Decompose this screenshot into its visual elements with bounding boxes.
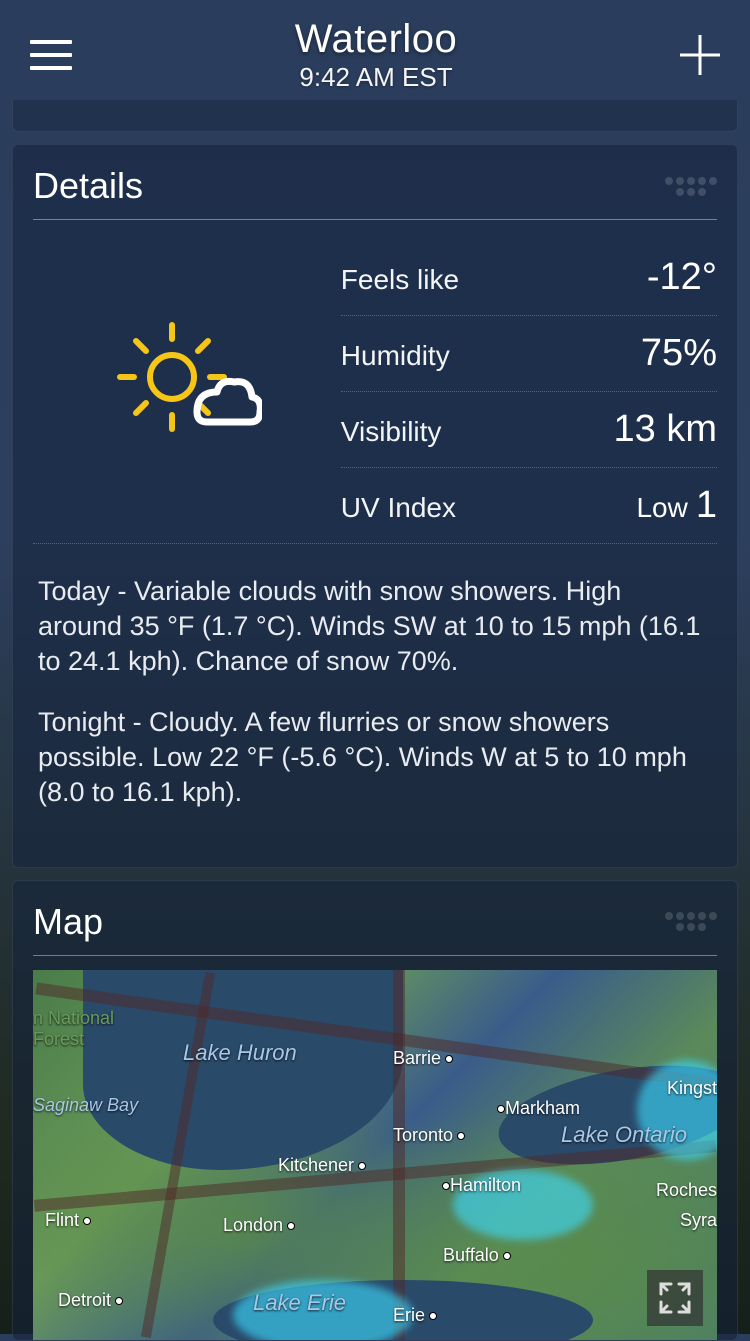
map-label-erie: Erie	[393, 1305, 437, 1326]
map-label-kitchener: Kitchener	[278, 1155, 366, 1176]
card-decoration-icon	[665, 912, 717, 931]
location-name: Waterloo	[72, 17, 680, 62]
metric-visibility: Visibility 13 km	[341, 392, 717, 468]
details-card: Details	[12, 144, 738, 868]
map-label-lake-erie: Lake Erie	[253, 1290, 346, 1316]
map-label-lake-ontario: Lake Ontario	[561, 1122, 687, 1148]
header-title-block: Waterloo 9:42 AM EST	[72, 17, 680, 93]
map-title: Map	[33, 901, 103, 943]
map-label-detroit: Detroit	[58, 1290, 123, 1311]
forecast-today: Today - Variable clouds with snow shower…	[38, 574, 712, 679]
add-location-icon[interactable]	[680, 35, 720, 75]
map-label-barrie: Barrie	[393, 1048, 453, 1069]
metric-value: -12°	[647, 256, 717, 299]
menu-icon[interactable]	[30, 40, 72, 70]
weather-map[interactable]: Lake Huron Lake Ontario Lake Erie Sagina…	[33, 970, 717, 1340]
map-title-row: Map	[33, 901, 717, 956]
weather-condition-icon	[33, 240, 341, 543]
map-card: Map Lake Huron Lake Ontario Lake Erie Sa…	[12, 880, 738, 1341]
metric-value: 13 km	[614, 408, 717, 451]
map-label-hamilton: Hamilton	[438, 1175, 521, 1196]
map-label-saginaw: Saginaw Bay	[33, 1095, 138, 1116]
card-decoration-icon	[665, 177, 717, 196]
metric-uv-index: UV Index Low1	[341, 468, 717, 543]
map-label-toronto: Toronto	[393, 1125, 465, 1146]
metric-label: Humidity	[341, 340, 450, 372]
metric-value: 75%	[641, 332, 717, 375]
forecast-tonight: Tonight - Cloudy. A few flurries or snow…	[38, 705, 712, 810]
current-time: 9:42 AM EST	[72, 62, 680, 93]
map-label-buffalo: Buffalo	[443, 1245, 511, 1266]
app-header: Waterloo 9:42 AM EST	[0, 0, 750, 100]
map-label-london: London	[223, 1215, 295, 1236]
metric-label: Visibility	[341, 416, 442, 448]
details-title-row: Details	[33, 165, 717, 220]
metric-value: Low1	[636, 484, 717, 527]
map-label-markham: Markham	[493, 1098, 580, 1119]
map-label-flint: Flint	[45, 1210, 91, 1231]
metric-label: UV Index	[341, 492, 456, 524]
map-label-kingston: Kingst	[667, 1078, 717, 1099]
details-title: Details	[33, 165, 143, 207]
map-label-syracuse: Syra	[680, 1210, 717, 1231]
previous-card-edge	[12, 100, 738, 132]
metrics-list: Feels like -12° Humidity 75% Visibility …	[341, 240, 717, 543]
forecast-text: Today - Variable clouds with snow shower…	[33, 544, 717, 847]
metric-label: Feels like	[341, 264, 459, 296]
metric-feels-like: Feels like -12°	[341, 240, 717, 316]
map-label-rochester: Roches	[656, 1180, 717, 1201]
metric-humidity: Humidity 75%	[341, 316, 717, 392]
expand-map-icon[interactable]	[647, 1270, 703, 1326]
map-label-lake-huron: Lake Huron	[183, 1040, 297, 1066]
map-label-forest: n National Forest	[33, 1008, 114, 1050]
